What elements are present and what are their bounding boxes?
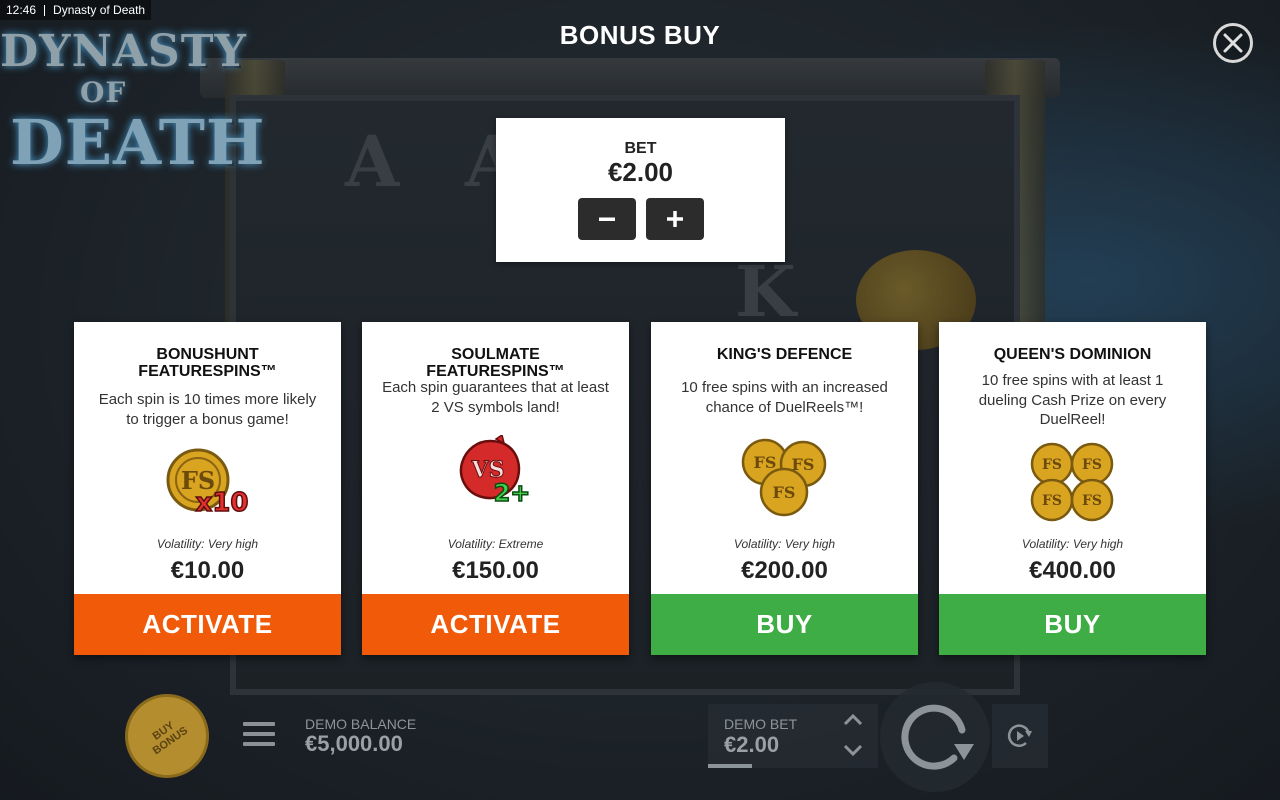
card-description: 10 free spins with at least 1 dueling Ca…: [978, 372, 1167, 428]
svg-text:FS: FS: [1081, 493, 1101, 509]
fs-coin-x10-icon: FS x10: [166, 448, 249, 517]
svg-text:FS: FS: [1081, 457, 1101, 473]
svg-text:FS: FS: [753, 453, 776, 472]
card-description: 10 free spins with an increased chance o…: [681, 379, 888, 416]
vs-symbol-2plus-icon: VS 2+: [459, 435, 531, 507]
autoplay-button[interactable]: [992, 704, 1048, 768]
bet-label: DEMO BET: [724, 716, 798, 732]
autoplay-icon: [1007, 724, 1032, 747]
increase-bet-button[interactable]: [645, 198, 704, 240]
volatility-label: Volatility: Very high: [733, 537, 836, 551]
card-title: QUEEN'S DOMINION: [993, 346, 1152, 363]
volatility-label: Volatility: Extreme: [447, 537, 544, 551]
card-title: BONUSHUNT FEATURESPINS™: [138, 346, 277, 380]
minus-icon: [598, 217, 615, 221]
logo-line: DEATH: [10, 106, 266, 179]
chevron-up-icon[interactable]: [842, 712, 864, 728]
app-name: Dynasty of Death: [53, 3, 146, 17]
spin-button[interactable]: [880, 682, 990, 792]
bonus-card-soulmate: SOULMATE FEATURESPINS™ Each spin guarant…: [362, 322, 629, 655]
balance-display: DEMO BALANCE €5,000.00: [305, 716, 416, 757]
four-fs-coins-icon: FS FS FS FS: [1030, 442, 1113, 522]
bet-level-bar: [708, 764, 752, 768]
bet-value: €2.00: [607, 157, 674, 187]
plus-icon: [666, 211, 683, 227]
bet-panel: BET €2.00: [496, 118, 785, 262]
close-button[interactable]: [1213, 23, 1253, 63]
bet-selector[interactable]: DEMO BET €2.00: [708, 704, 878, 768]
bet-value: €2.00: [724, 732, 780, 757]
card-title: SOULMATE FEATURESPINS™: [426, 346, 565, 380]
card-price: €200.00: [741, 557, 828, 584]
svg-text:FS: FS: [1041, 493, 1061, 509]
card-description: Each spin is 10 times more likely to tri…: [98, 391, 317, 428]
svg-text:x10: x10: [195, 488, 248, 517]
card-price: €400.00: [1029, 557, 1116, 584]
buy-bonus-label: BUY BONUS: [150, 719, 191, 758]
card-description: Each spin guarantees that at least 2 VS …: [382, 379, 609, 416]
volatility-label: Volatility: Very high: [1021, 537, 1124, 551]
activate-button[interactable]: ACTIVATE: [362, 594, 629, 655]
volatility-label: Volatility: Very high: [156, 537, 259, 551]
chevron-down-icon[interactable]: [842, 742, 864, 758]
hamburger-menu-icon[interactable]: [243, 722, 275, 750]
divider: [44, 4, 46, 16]
spin-icon: [901, 704, 974, 770]
bonus-card-bonushunt: BONUSHUNT FEATURESPINS™ Each spin is 10 …: [74, 322, 341, 655]
card-price: €150.00: [452, 557, 539, 584]
clock: 12:46: [6, 3, 37, 17]
game-logo: DYNASTY OF DEATH: [0, 26, 264, 206]
close-icon: [1223, 33, 1243, 53]
balance-value: €5,000.00: [305, 731, 403, 756]
svg-text:FS: FS: [772, 483, 795, 502]
three-fs-coins-icon: FS FS FS: [741, 438, 826, 517]
svg-text:FS: FS: [1041, 457, 1061, 473]
card-price: €10.00: [170, 557, 245, 584]
buy-button[interactable]: BUY: [651, 594, 918, 655]
buy-bonus-button[interactable]: BUY BONUS: [125, 694, 209, 778]
bonus-card-queens-dominion: QUEEN'S DOMINION 10 free spins with at l…: [939, 322, 1206, 655]
logo-line: OF: [80, 76, 127, 109]
decrease-bet-button[interactable]: [577, 198, 636, 240]
buy-button[interactable]: BUY: [939, 594, 1206, 655]
page-title: BONUS BUY: [559, 20, 721, 50]
svg-text:2+: 2+: [493, 479, 530, 507]
bet-label: BET: [624, 140, 657, 157]
bonus-card-kings-defence: KING'S DEFENCE 10 free spins with an inc…: [651, 322, 918, 655]
card-title: KING'S DEFENCE: [716, 346, 853, 363]
status-bar: 12:46 Dynasty of Death: [0, 0, 152, 20]
balance-label: DEMO BALANCE: [305, 716, 417, 732]
activate-button[interactable]: ACTIVATE: [74, 594, 341, 655]
